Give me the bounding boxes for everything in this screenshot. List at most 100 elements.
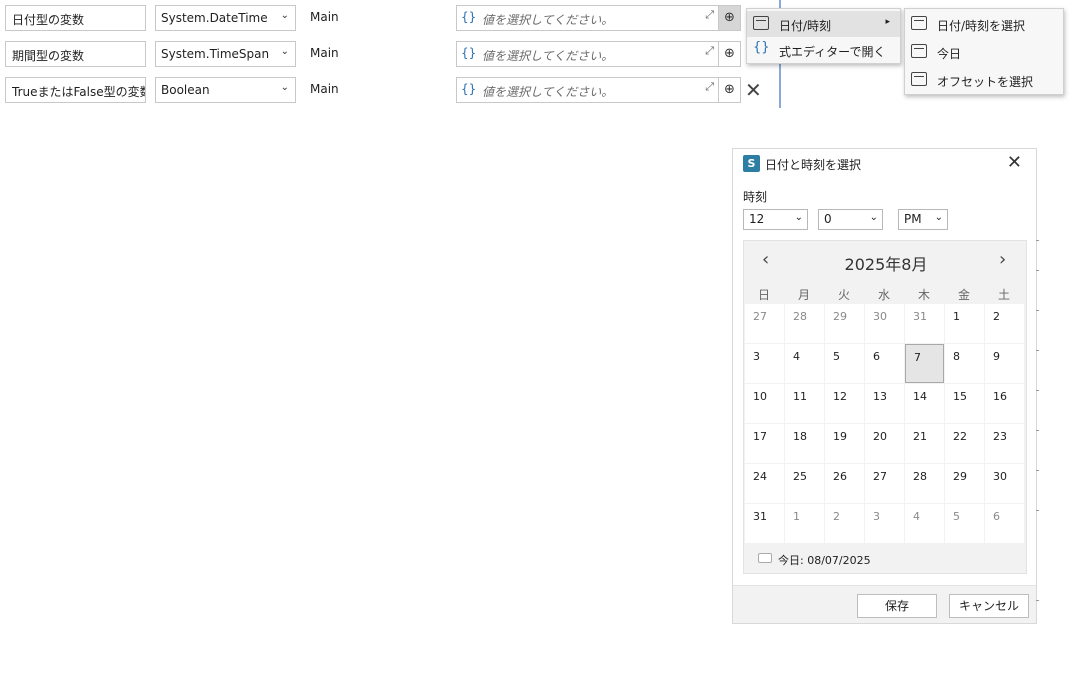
ampm-value: PM	[904, 212, 922, 226]
menu-item-label: 式エディターで開く	[779, 45, 886, 59]
variable-type-select[interactable]: Boolean ⌄	[155, 77, 296, 103]
variable-scope: Main	[310, 10, 339, 24]
chevron-down-icon: ⌄	[869, 212, 878, 223]
add-value-button[interactable]: ⊕	[719, 77, 741, 103]
minute-select[interactable]: 0 ⌄	[818, 209, 883, 230]
weekday-header: 日	[757, 288, 770, 302]
calendar-day[interactable]: 27	[865, 464, 904, 503]
variable-row: TrueまたはFalse型の変数 Boolean ⌄ Main {} 値を選択し…	[0, 72, 780, 108]
calendar-day[interactable]: 11	[785, 384, 824, 423]
expand-icon[interactable]: ⤢	[705, 8, 714, 22]
calendar-day[interactable]: 13	[865, 384, 904, 423]
calendar-day[interactable]: 30	[865, 304, 904, 343]
calendar-day[interactable]: 8	[945, 344, 984, 383]
calendar-day[interactable]: 22	[945, 424, 984, 463]
calendar-day[interactable]: 18	[785, 424, 824, 463]
calendar-day[interactable]: 3	[745, 344, 784, 383]
calendar-day[interactable]: 24	[745, 464, 784, 503]
menu-item-date-time[interactable]: 日付/時刻 ▸	[747, 11, 900, 37]
default-value-field[interactable]: {} 値を選択してください。 ⤢	[456, 77, 719, 103]
weekday-header: 火	[837, 288, 850, 302]
variable-name-field[interactable]: 日付型の変数	[5, 5, 146, 31]
calendar: ‹ 2025年8月 › 今日: 08/07/2025 日月火水木金土 27 28 29…	[743, 240, 1027, 574]
calendar-day[interactable]: 5	[945, 504, 984, 543]
variable-name-field[interactable]: 期間型の変数	[5, 41, 146, 67]
calendar-day[interactable]: 14	[905, 384, 944, 423]
menu-item-expression-editor[interactable]: {} 式エディターで開く	[747, 37, 900, 63]
expand-icon[interactable]: ⤢	[705, 44, 714, 58]
calendar-day[interactable]: 4	[785, 344, 824, 383]
save-button[interactable]: 保存	[857, 594, 937, 618]
calendar-day[interactable]: 15	[945, 384, 984, 423]
calendar-day[interactable]: 27	[745, 304, 784, 343]
calendar-day[interactable]: 26	[825, 464, 864, 503]
calendar-day[interactable]: 28	[905, 464, 944, 503]
menu-item-label: オフセットを選択	[937, 75, 1034, 89]
calendar-day[interactable]: 20	[865, 424, 904, 463]
ampm-select[interactable]: PM ⌄	[898, 209, 948, 230]
calendar-day[interactable]: 12	[825, 384, 864, 423]
add-value-button[interactable]: ⊕	[719, 5, 741, 31]
expression-icon: {}	[461, 82, 477, 96]
default-value-field[interactable]: {} 値を選択してください。 ⤢	[456, 5, 719, 31]
calendar-day[interactable]: 2	[825, 504, 864, 543]
calendar-day[interactable]: 7	[905, 344, 944, 383]
calendar-day[interactable]: 10	[745, 384, 784, 423]
calendar-day[interactable]: 2	[985, 304, 1024, 343]
calendar-icon	[753, 16, 769, 30]
next-month-icon[interactable]: ›	[999, 249, 1006, 270]
chevron-down-icon: ⌄	[280, 82, 289, 93]
calendar-day[interactable]: 1	[785, 504, 824, 543]
calendar-day[interactable]: 3	[865, 504, 904, 543]
add-value-button[interactable]: ⊕	[719, 41, 741, 67]
expand-icon[interactable]: ⤢	[705, 80, 714, 94]
calendar-day[interactable]: 6	[985, 504, 1024, 543]
calendar-day[interactable]: 29	[825, 304, 864, 343]
variable-type-select[interactable]: System.DateTime ⌄	[155, 5, 296, 31]
calendar-day[interactable]: 21	[905, 424, 944, 463]
variable-row: 日付型の変数 System.DateTime ⌄ Main {} 値を選択してく…	[0, 0, 780, 36]
calendar-day[interactable]: 1	[945, 304, 984, 343]
expression-icon: {}	[461, 10, 477, 24]
calendar-day[interactable]: 31	[905, 304, 944, 343]
dialog-title: 日付と時刻を選択	[765, 158, 862, 172]
weekday-header: 土	[997, 288, 1010, 302]
weekday-header: 木	[917, 288, 930, 302]
calendar-day[interactable]: 17	[745, 424, 784, 463]
calendar-day[interactable]: 28	[785, 304, 824, 343]
calendar-day[interactable]: 29	[945, 464, 984, 503]
submenu-arrow-icon: ▸	[885, 17, 890, 27]
expression-icon: {}	[461, 46, 477, 60]
submenu-item-offset[interactable]: オフセットを選択	[905, 67, 1063, 93]
dialog-footer: 保存 キャンセル	[733, 585, 1036, 623]
braces-icon: {}	[753, 40, 770, 55]
calendar-day[interactable]: 6	[865, 344, 904, 383]
variable-scope: Main	[310, 46, 339, 60]
hour-select[interactable]: 12 ⌄	[743, 209, 808, 230]
calendar-day[interactable]: 16	[985, 384, 1024, 423]
submenu-item-today[interactable]: 今日	[905, 39, 1063, 65]
variable-type-value: Boolean	[161, 83, 210, 97]
default-value-field[interactable]: {} 値を選択してください。 ⤢	[456, 41, 719, 67]
calendar-day[interactable]: 9	[985, 344, 1024, 383]
calendar-day[interactable]: 19	[825, 424, 864, 463]
variable-name-field[interactable]: TrueまたはFalse型の変数	[5, 77, 146, 103]
calendar-day[interactable]: 5	[825, 344, 864, 383]
calendar-day[interactable]: 31	[745, 504, 784, 543]
close-icon[interactable]: ✕	[1007, 152, 1022, 173]
minute-value: 0	[824, 212, 832, 226]
calendar-icon	[911, 16, 927, 30]
cancel-button[interactable]: キャンセル	[949, 594, 1029, 618]
calendar-day[interactable]: 30	[985, 464, 1024, 503]
calendar-day[interactable]: 25	[785, 464, 824, 503]
submenu-item-select-datetime[interactable]: 日付/時刻を選択	[905, 11, 1063, 37]
variable-type-select[interactable]: System.TimeSpan ⌄	[155, 41, 296, 67]
calendar-day[interactable]: 23	[985, 424, 1024, 463]
today-label[interactable]: 今日: 08/07/2025	[778, 552, 871, 568]
value-placeholder: 値を選択してください。	[482, 13, 614, 27]
delete-variable-icon[interactable]: ✕	[745, 78, 762, 102]
variable-row: 期間型の変数 System.TimeSpan ⌄ Main {} 値を選択してく…	[0, 36, 780, 72]
menu-item-label: 日付/時刻を選択	[937, 19, 1026, 33]
menu-item-label: 日付/時刻	[779, 19, 832, 33]
calendar-day[interactable]: 4	[905, 504, 944, 543]
